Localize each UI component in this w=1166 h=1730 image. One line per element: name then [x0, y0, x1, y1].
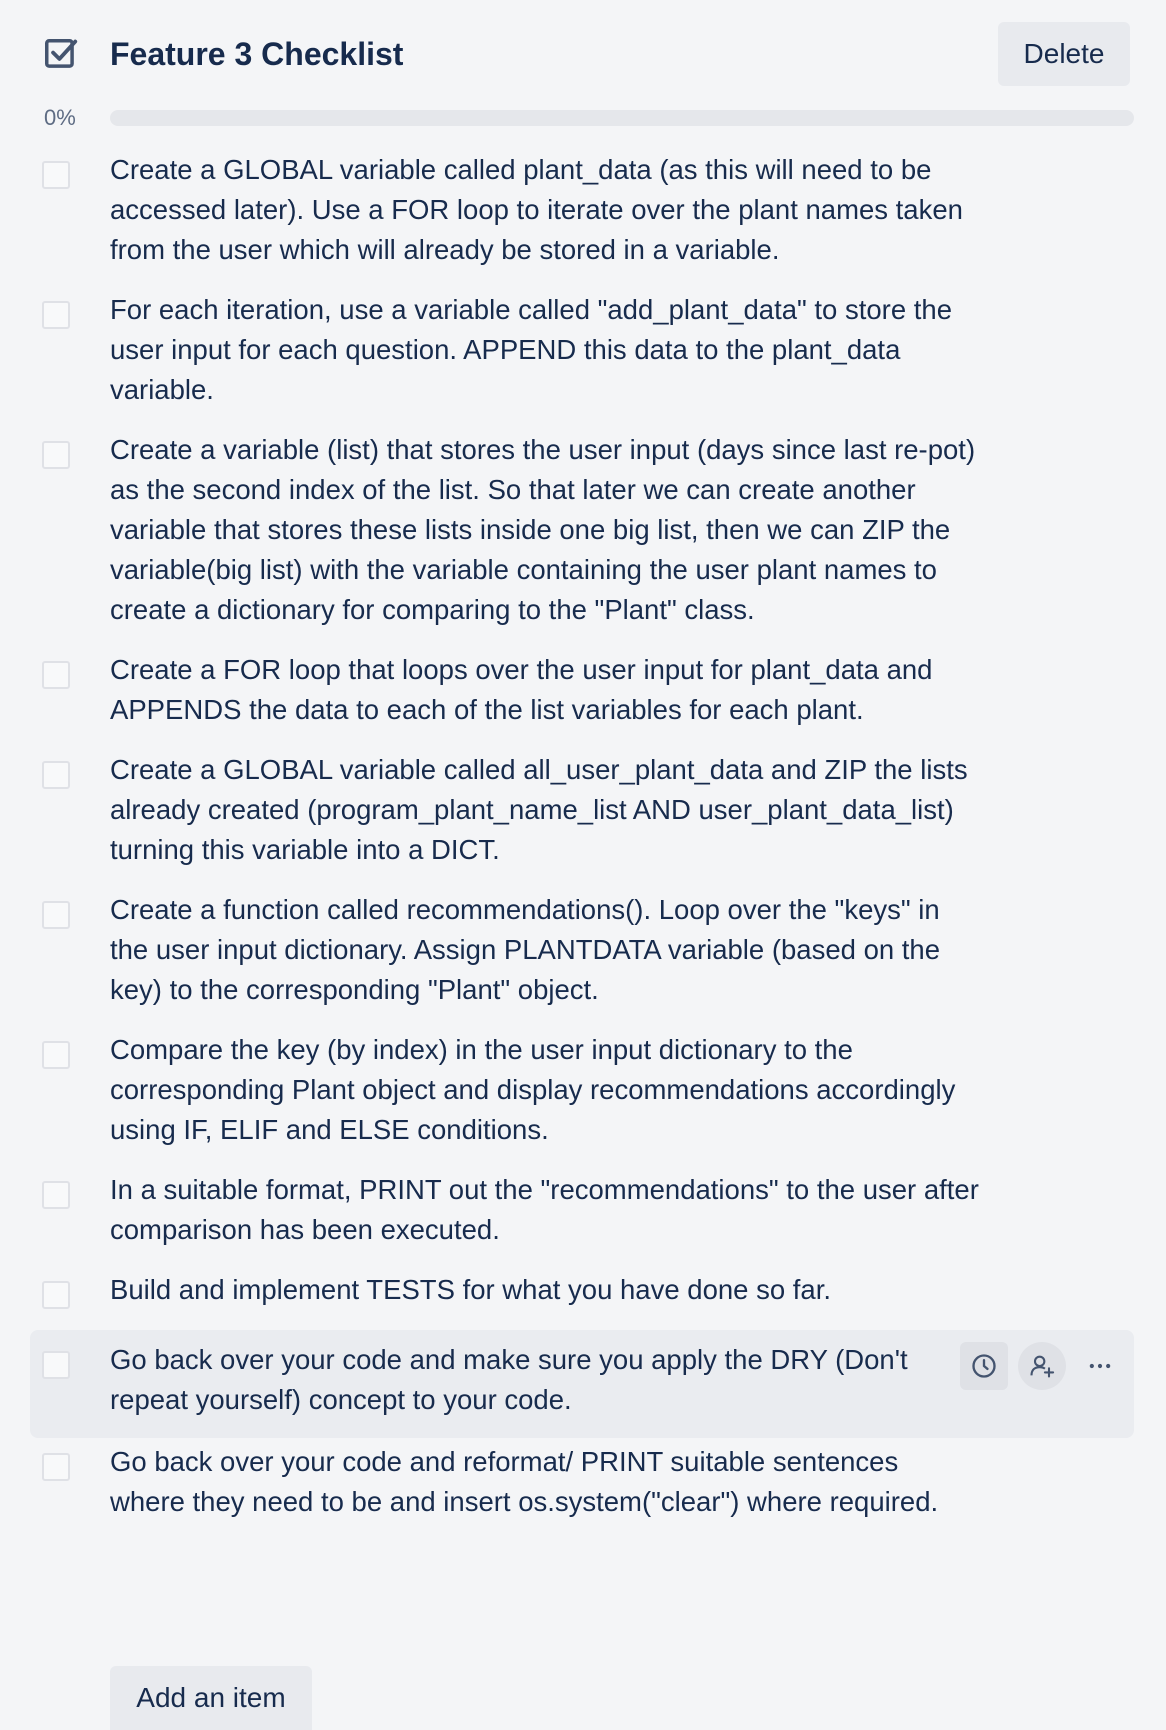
checklist-item-checkbox[interactable]: [42, 1351, 70, 1379]
due-date-button[interactable]: [960, 1342, 1008, 1390]
checklist-item[interactable]: For each iteration, use a variable calle…: [0, 290, 1166, 430]
add-member-icon: [1030, 1355, 1055, 1378]
checklist-item[interactable]: Build and implement TESTS for what you h…: [0, 1270, 1166, 1330]
checklist-title[interactable]: Feature 3 Checklist: [110, 32, 403, 76]
checklist-item-text[interactable]: Build and implement TESTS for what you h…: [110, 1270, 980, 1310]
checklist-item[interactable]: Go back over your code and reformat/ PRI…: [0, 1442, 1166, 1542]
checklist-icon: [45, 39, 78, 68]
checklist-item-text[interactable]: Create a function called recommendations…: [110, 890, 980, 1010]
checklist-item-checkbox[interactable]: [42, 161, 70, 189]
checklist-item-checkbox[interactable]: [42, 661, 70, 689]
checklist-item[interactable]: Create a FOR loop that loops over the us…: [0, 650, 1166, 750]
checklist-item-checkbox[interactable]: [42, 1181, 70, 1209]
checklist-header: Feature 3 Checklist Delete: [0, 0, 1166, 100]
checklist-item-text[interactable]: Create a GLOBAL variable called all_user…: [110, 750, 980, 870]
checklist-item-text[interactable]: Create a GLOBAL variable called plant_da…: [110, 150, 980, 270]
checklist-item[interactable]: In a suitable format, PRINT out the "rec…: [0, 1170, 1166, 1270]
checklist-item[interactable]: Compare the key (by index) in the user i…: [0, 1030, 1166, 1170]
checklist-item[interactable]: Go back over your code and make sure you…: [30, 1330, 1134, 1438]
checklist-item[interactable]: Create a function called recommendations…: [0, 890, 1166, 1030]
checklist-item[interactable]: Create a variable (list) that stores the…: [0, 430, 1166, 650]
progress-percentage: 0%: [44, 105, 76, 130]
more-horizontal-icon: [1089, 1363, 1111, 1369]
checklist-item[interactable]: Create a GLOBAL variable called all_user…: [0, 750, 1166, 890]
checklist-item-text[interactable]: Create a FOR loop that loops over the us…: [110, 650, 980, 730]
clock-icon: [972, 1354, 996, 1378]
checklist-item-text[interactable]: For each iteration, use a variable calle…: [110, 290, 980, 410]
checklist-item-text[interactable]: Go back over your code and reformat/ PRI…: [110, 1442, 980, 1522]
checklist-item-text[interactable]: Compare the key (by index) in the user i…: [110, 1030, 980, 1150]
checklist-item-checkbox[interactable]: [42, 301, 70, 329]
delete-checklist-button[interactable]: Delete: [998, 22, 1130, 86]
progress-bar: [110, 110, 1134, 126]
checklist-item-actions: [960, 1342, 1124, 1390]
checklist-item-text[interactable]: In a suitable format, PRINT out the "rec…: [110, 1170, 980, 1250]
checklist-items: Create a GLOBAL variable called plant_da…: [0, 150, 1166, 1542]
checklist-item-checkbox[interactable]: [42, 761, 70, 789]
assign-member-button[interactable]: [1018, 1342, 1066, 1390]
checklist-item-text[interactable]: Create a variable (list) that stores the…: [110, 430, 980, 630]
checklist-item-checkbox[interactable]: [42, 441, 70, 469]
more-options-button[interactable]: [1076, 1342, 1124, 1390]
checklist-item-text[interactable]: Go back over your code and make sure you…: [110, 1340, 980, 1420]
checklist-item[interactable]: Create a GLOBAL variable called plant_da…: [0, 150, 1166, 290]
checklist-item-checkbox[interactable]: [42, 1041, 70, 1069]
add-item-button[interactable]: Add an item: [110, 1666, 312, 1730]
checklist-item-checkbox[interactable]: [42, 901, 70, 929]
checklist-item-checkbox[interactable]: [42, 1281, 70, 1309]
checklist-item-checkbox[interactable]: [42, 1453, 70, 1481]
